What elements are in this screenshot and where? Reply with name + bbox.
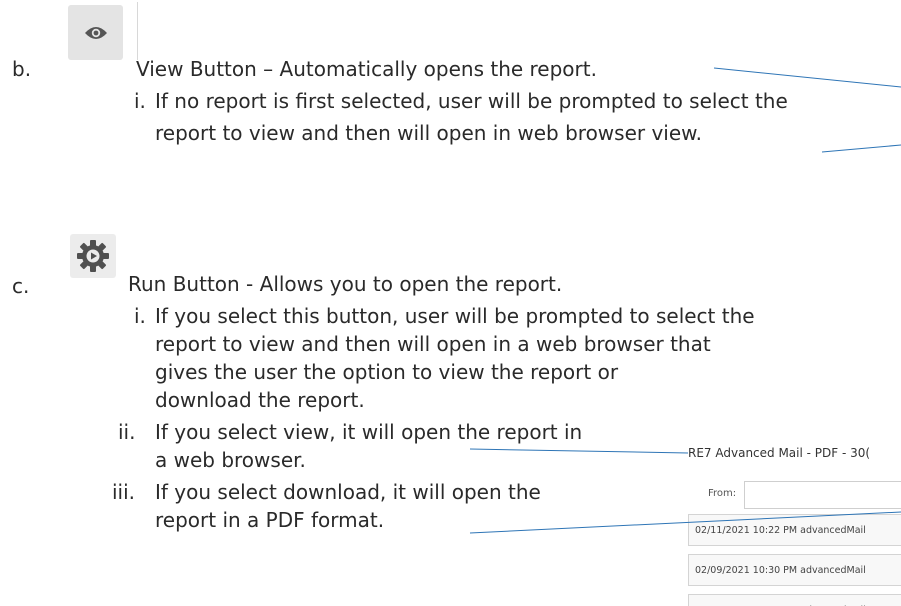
c-item-i-line4: download the report. bbox=[155, 388, 365, 412]
list-letter-b: b. bbox=[12, 57, 32, 81]
embedded-mail-screenshot: RE7 Advanced Mail - PDF - 30( From: 02/1… bbox=[688, 446, 901, 606]
c-item-ii-number: ii. bbox=[118, 420, 136, 444]
view-button-icon-box bbox=[68, 5, 123, 60]
report-row[interactable]: 02/11/2021 10:22 PM advancedMail bbox=[688, 514, 901, 546]
c-item-iii-number: iii. bbox=[112, 480, 136, 504]
gear-play-icon bbox=[77, 240, 109, 272]
c-item-i-line1: If you select this button, user will be … bbox=[155, 304, 755, 328]
c-item-i-line3: gives the user the option to view the re… bbox=[155, 360, 619, 384]
icon-divider bbox=[137, 2, 138, 60]
from-date-input[interactable] bbox=[744, 481, 901, 509]
c-item-ii-line2: a web browser. bbox=[155, 448, 306, 472]
callout-line-c-item-ii bbox=[469, 448, 689, 454]
embedded-title: RE7 Advanced Mail - PDF - 30( bbox=[688, 446, 871, 460]
c-item-ii-line1: If you select view, it will open the rep… bbox=[155, 420, 583, 444]
c-item-i-number: i. bbox=[134, 304, 146, 328]
report-row[interactable]: 02/09/2021 10:30 PM advancedMail bbox=[688, 554, 901, 586]
c-item-i-line2: report to view and then will open in a w… bbox=[155, 332, 711, 356]
b-item-i-line1: If no report is first selected, user wil… bbox=[155, 89, 788, 113]
c-item-iii-line1: If you select download, it will open the bbox=[155, 480, 541, 504]
b-item-i-line2: report to view and then will open in web… bbox=[155, 121, 703, 145]
run-button-icon-box bbox=[70, 234, 116, 278]
callout-line-view-button bbox=[713, 67, 901, 88]
run-button-description: Run Button - Allows you to open the repo… bbox=[128, 272, 563, 296]
c-item-iii-line2: report in a PDF format. bbox=[155, 508, 385, 532]
report-row[interactable]: 02/08/2021 10:28 PM advancedMail bbox=[688, 594, 901, 606]
from-label: From: bbox=[708, 488, 737, 499]
list-letter-c: c. bbox=[12, 274, 30, 298]
b-item-i-number: i. bbox=[134, 89, 146, 113]
eye-icon bbox=[84, 26, 107, 39]
view-button-description: View Button – Automatically opens the re… bbox=[136, 57, 597, 81]
callout-line-b-item-i bbox=[821, 144, 901, 153]
